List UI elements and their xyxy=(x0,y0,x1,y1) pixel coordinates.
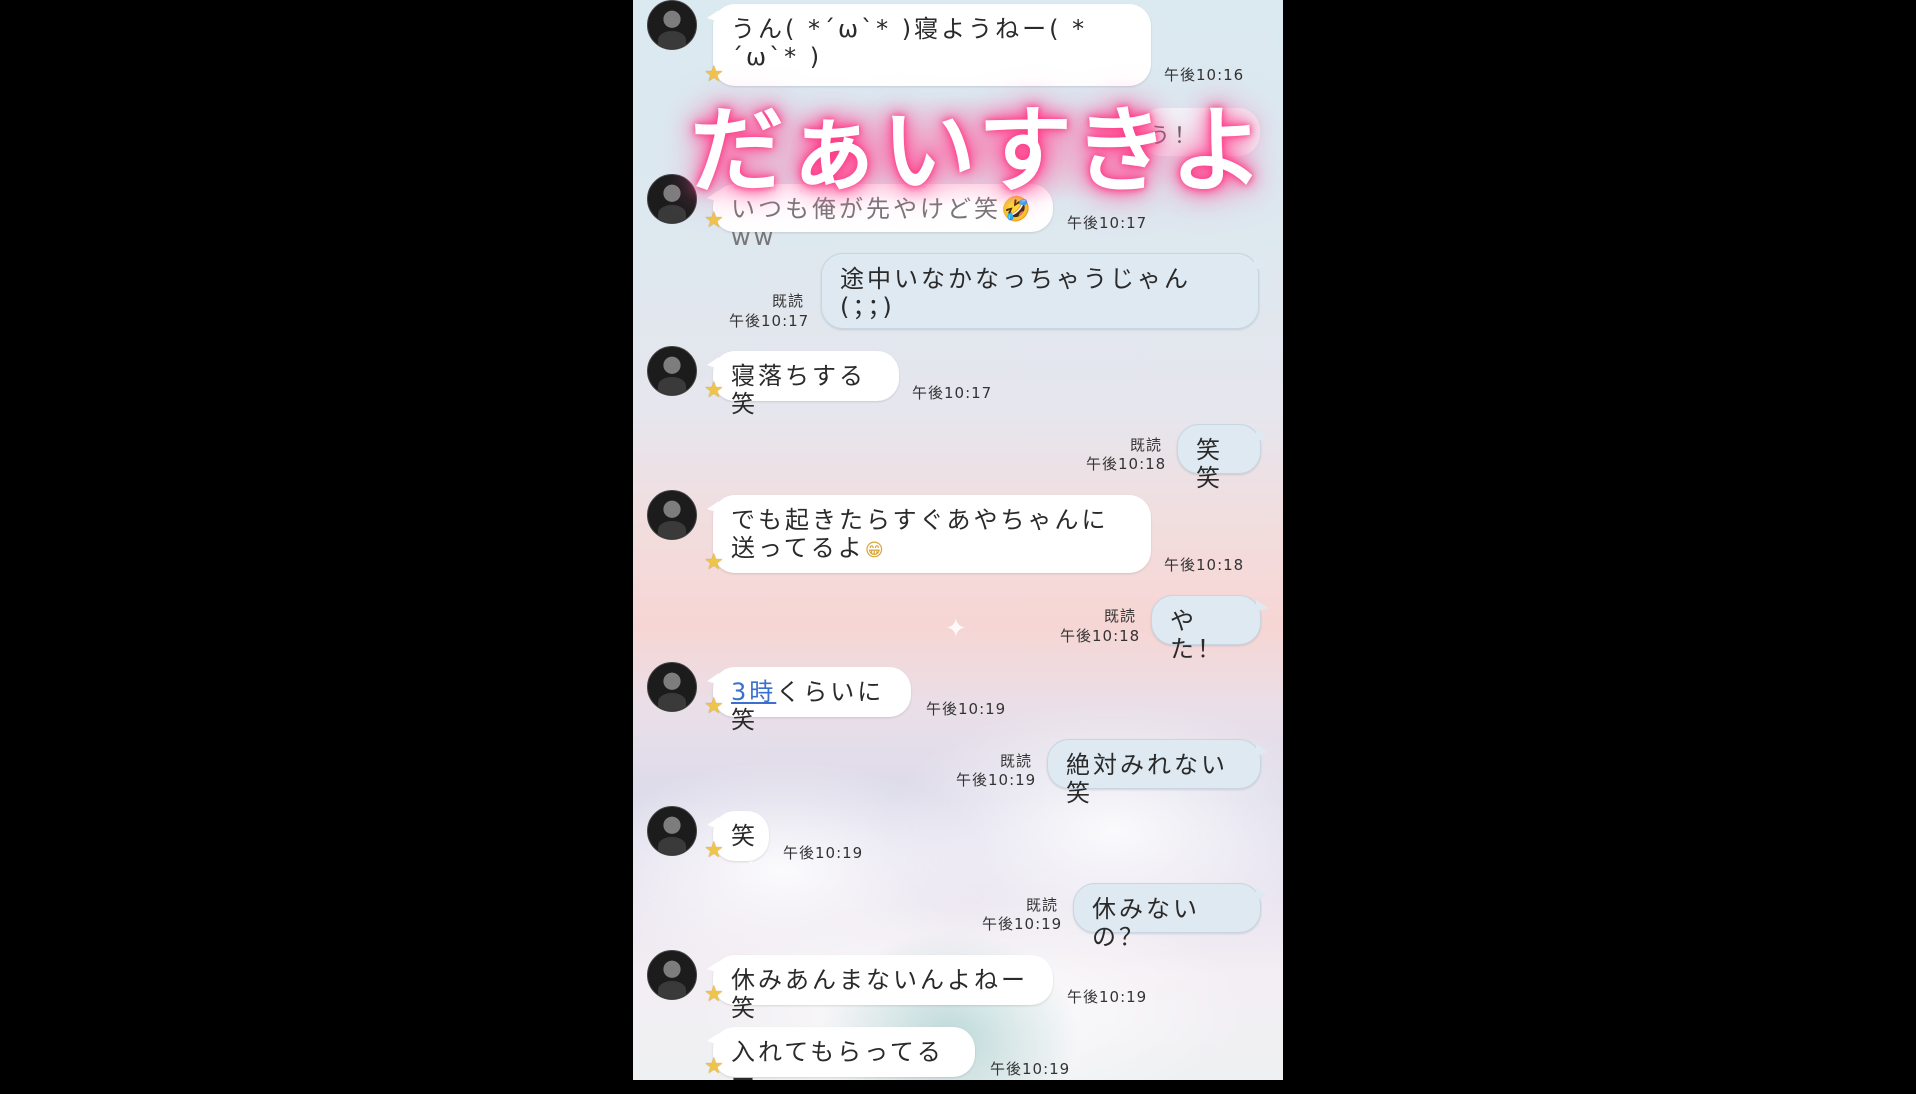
sparkle-icon: ✦ xyxy=(945,614,967,644)
message-time: 午後10:18 xyxy=(1060,627,1141,645)
message-time: 午後10:16 xyxy=(1164,66,1245,84)
star-icon: ★ xyxy=(704,62,724,87)
star-icon: ★ xyxy=(704,694,724,719)
avatar[interactable] xyxy=(647,662,697,712)
star-icon: ★ xyxy=(704,1054,724,1079)
message-text: 途中いなかなっちゃうじゃん (；；) xyxy=(840,265,1191,321)
avatar[interactable] xyxy=(647,806,697,856)
message-text: でも起きたらすぐあやちゃんに送ってるよ xyxy=(731,506,1109,562)
message-text: 笑笑 xyxy=(1196,436,1223,492)
message-bubble[interactable]: 絶対みれない笑 xyxy=(1047,739,1268,807)
message-time: 午後10:18 xyxy=(1164,556,1245,574)
star-icon: ★ xyxy=(704,378,724,403)
message-bubble[interactable]: 途中いなかなっちゃうじゃん (；；) xyxy=(821,253,1266,329)
read-receipt: 既読 xyxy=(1130,436,1163,454)
grin-emoji-icon: 😁 xyxy=(864,540,887,561)
message-time: 午後10:19 xyxy=(982,915,1063,933)
message-time: 午後10:17 xyxy=(912,384,993,402)
message-text: うん( *´ω`* )寝ようねー( *´ω`* ) xyxy=(731,15,1088,71)
message-text: やた！ xyxy=(1170,607,1224,663)
message-time: 午後10:19 xyxy=(926,700,1007,718)
read-receipt: 既読 xyxy=(1026,896,1059,914)
read-receipt: 既読 xyxy=(1000,752,1033,770)
message-bubble[interactable]: 休みあんまないんよねー笑 xyxy=(707,955,1053,1022)
overlay-title: だぁいすきよ xyxy=(690,97,1267,206)
message-time: 午後10:17 xyxy=(729,312,810,330)
message-bubble[interactable]: 休みないの？ xyxy=(1073,883,1268,951)
message-bubble[interactable]: でも起きたらすぐあやちゃんに送ってるよ😁 xyxy=(707,495,1151,573)
avatar[interactable] xyxy=(647,490,697,540)
message-bubble[interactable]: 入れてもらってるー xyxy=(707,1027,975,1094)
message-time: 午後10:19 xyxy=(956,771,1037,789)
avatar[interactable] xyxy=(647,950,697,1000)
star-icon: ★ xyxy=(704,550,724,575)
message-text: 笑 xyxy=(731,822,758,850)
message-time: 午後10:19 xyxy=(1067,988,1148,1006)
message-bubble[interactable]: 寝落ちする笑 xyxy=(707,351,899,418)
read-receipt: 既読 xyxy=(1104,607,1137,625)
message-time: 午後10:19 xyxy=(783,844,864,862)
message-bubble[interactable]: 3時くらいに笑 xyxy=(707,667,911,734)
time-link[interactable]: 3時 xyxy=(731,678,776,706)
avatar[interactable] xyxy=(647,0,697,50)
read-receipt: 既読 xyxy=(772,292,805,310)
message-time: 午後10:18 xyxy=(1086,455,1167,473)
message-bubble[interactable]: 笑笑 xyxy=(1177,424,1268,492)
avatar[interactable] xyxy=(647,346,697,396)
message-bubble[interactable]: やた！ xyxy=(1151,595,1268,663)
message-text: 入れてもらってるー xyxy=(731,1038,944,1094)
message-time: 午後10:19 xyxy=(990,1060,1071,1078)
star-icon: ★ xyxy=(704,982,724,1007)
message-bubble[interactable]: うん( *´ω`* )寝ようねー( *´ω`* ) xyxy=(707,4,1151,86)
star-icon: ★ xyxy=(704,838,724,863)
message-time: 午後10:17 xyxy=(1067,214,1148,232)
